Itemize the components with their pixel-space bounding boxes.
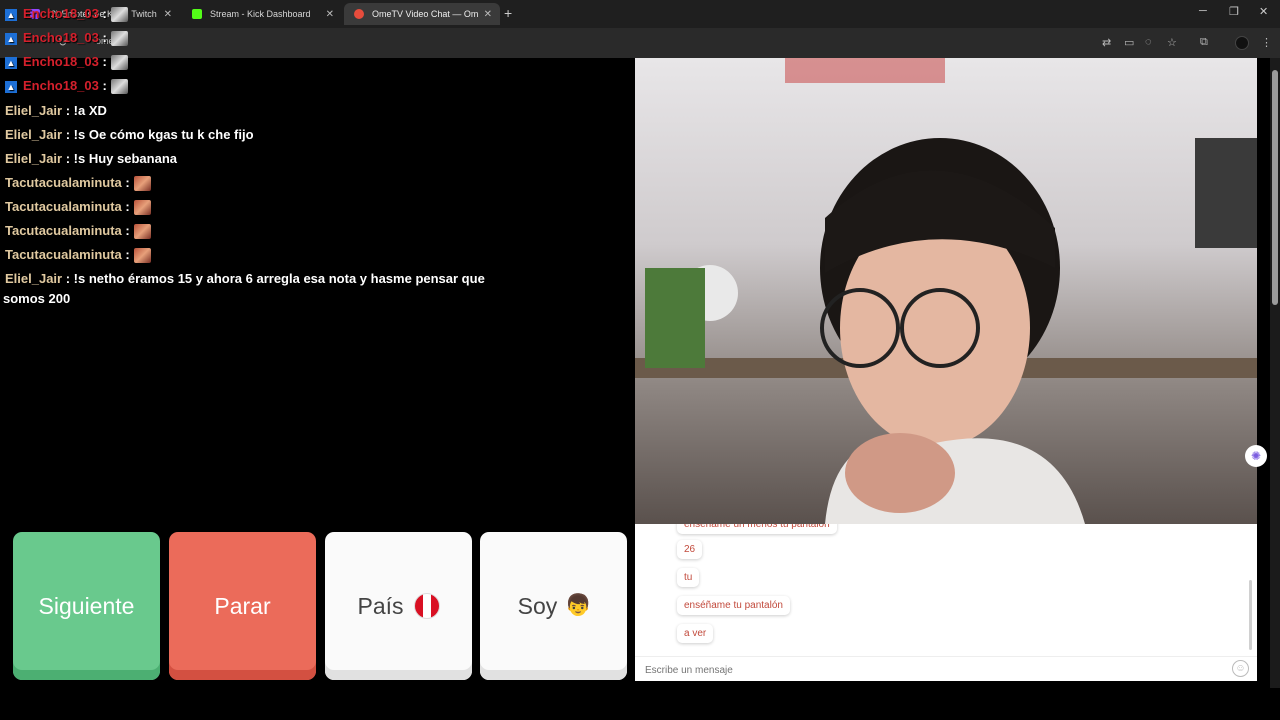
- chat-text: :: [125, 247, 130, 262]
- chat-line: ▲ Encho18_03 :: [5, 5, 128, 23]
- profile-avatar[interactable]: [1235, 36, 1249, 50]
- badge-icon: ▲: [5, 56, 17, 69]
- chat-user: Eliel_Jair: [5, 271, 63, 286]
- chat-line: Eliel_Jair : !s Oe cómo kgas tu k che fi…: [5, 126, 254, 143]
- remote-video: [635, 58, 1257, 524]
- emote-icon: [133, 248, 151, 264]
- peru-flag-icon: [413, 593, 440, 619]
- page-scrollbar-thumb[interactable]: [1272, 70, 1278, 305]
- next-label: Siguiente: [38, 592, 135, 619]
- chat-message: enséñame tu pantalón: [677, 596, 790, 615]
- chat-line: Tacutacualaminuta :: [5, 198, 151, 216]
- chat-line: Tacutacualaminuta :: [5, 222, 151, 240]
- translate-icon[interactable]: ⇄: [1102, 36, 1111, 49]
- chat-user: Eliel_Jair: [5, 103, 63, 118]
- chat-text: :: [102, 30, 107, 45]
- restore-button[interactable]: ❐: [1229, 5, 1239, 18]
- chat-line: ▲ Encho18_03 :: [5, 29, 128, 47]
- chat-user: Eliel_Jair: [5, 127, 63, 142]
- country-button[interactable]: País: [325, 532, 472, 680]
- chat-message: tu: [677, 568, 700, 587]
- chat-text: : !s netho éramos 15 y ahora 6 arregla e…: [65, 271, 485, 286]
- gender-label: Soy: [517, 592, 558, 619]
- stream-chat-overlay: ▲ Encho18_03 : ▲ Encho18_03 : ▲ Encho18_03 …: [0, 0, 634, 320]
- menu-icon[interactable]: ⋮: [1261, 36, 1272, 49]
- chat-text: :: [125, 223, 130, 238]
- chat-text: :: [102, 54, 107, 69]
- chat-line-wrap: somos 200: [3, 291, 71, 306]
- chat-line: Tacutacualaminuta :: [5, 246, 151, 264]
- message-input-bar: ☺: [635, 656, 1257, 681]
- emote-icon: [133, 176, 151, 192]
- chat-line: ▲ Encho18_03 :: [5, 53, 128, 71]
- emote-icon: [110, 79, 128, 95]
- stop-button[interactable]: Parar: [169, 532, 316, 680]
- chat-message: a ver: [677, 624, 714, 643]
- badge-icon: ▲: [5, 32, 17, 45]
- extension-floating-icon[interactable]: ✺: [1245, 445, 1267, 467]
- stop-label: Parar: [214, 592, 271, 619]
- badge-icon: ▲: [5, 8, 17, 21]
- chat-line: ▲ Encho18_03 :: [5, 77, 128, 95]
- chat-user: Tacutacualaminuta: [5, 175, 122, 190]
- extensions-icon[interactable]: ⧉: [1200, 36, 1208, 49]
- chat-text: : !s Huy sebanana: [65, 151, 177, 166]
- chat-user: Encho18_03: [23, 6, 99, 21]
- chat-message: enséñame un menos tu pantalón: [677, 524, 837, 534]
- chat-user: Encho18_03: [23, 54, 99, 69]
- emote-icon: [110, 7, 128, 23]
- chat-line: Eliel_Jair : !s netho éramos 15 y ahora …: [5, 270, 485, 287]
- chat-scrollbar[interactable]: [1249, 580, 1252, 650]
- badge-icon: ▲: [5, 80, 17, 93]
- chat-text: :: [102, 78, 107, 93]
- chat-text: :: [102, 6, 107, 21]
- next-button[interactable]: Siguiente: [13, 532, 160, 680]
- country-label: País: [357, 592, 404, 619]
- remote-video-image: [635, 58, 1257, 524]
- chat-user: Tacutacualaminuta: [5, 247, 122, 262]
- emote-icon: [110, 55, 128, 71]
- chat-user: Encho18_03: [23, 78, 99, 93]
- install-icon[interactable]: ▭: [1124, 36, 1134, 49]
- emoji-icon[interactable]: ☺: [1232, 660, 1249, 677]
- emote-icon: [133, 224, 151, 240]
- close-window-button[interactable]: ✕: [1259, 5, 1268, 18]
- gender-button[interactable]: Soy 👦: [480, 532, 627, 680]
- minimize-button[interactable]: ─: [1199, 5, 1207, 17]
- chat-message: 26: [677, 540, 703, 559]
- chat-text: :: [125, 199, 130, 214]
- chat-line: Tacutacualaminuta :: [5, 174, 151, 192]
- chat-user: Tacutacualaminuta: [5, 199, 122, 214]
- bottom-bar: [0, 688, 1280, 720]
- chat-text: : !s Oe cómo kgas tu k che fijo: [65, 127, 254, 142]
- chat-line: Eliel_Jair : !a XD: [5, 102, 107, 119]
- emote-icon: [133, 200, 151, 216]
- message-input[interactable]: [643, 661, 1217, 679]
- chat-user: Encho18_03: [23, 30, 99, 45]
- emote-icon: [110, 31, 128, 47]
- chat-user: Eliel_Jair: [5, 151, 63, 166]
- chat-text: :: [125, 175, 130, 190]
- chat-user: Tacutacualaminuta: [5, 223, 122, 238]
- boy-face-icon: 👦: [565, 594, 592, 617]
- eye-off-icon[interactable]: ◌: [1145, 36, 1152, 48]
- chat-text: : !a XD: [65, 103, 107, 118]
- chat-line: Eliel_Jair : !s Huy sebanana: [5, 150, 177, 167]
- bookmark-star-icon[interactable]: ☆: [1167, 36, 1177, 49]
